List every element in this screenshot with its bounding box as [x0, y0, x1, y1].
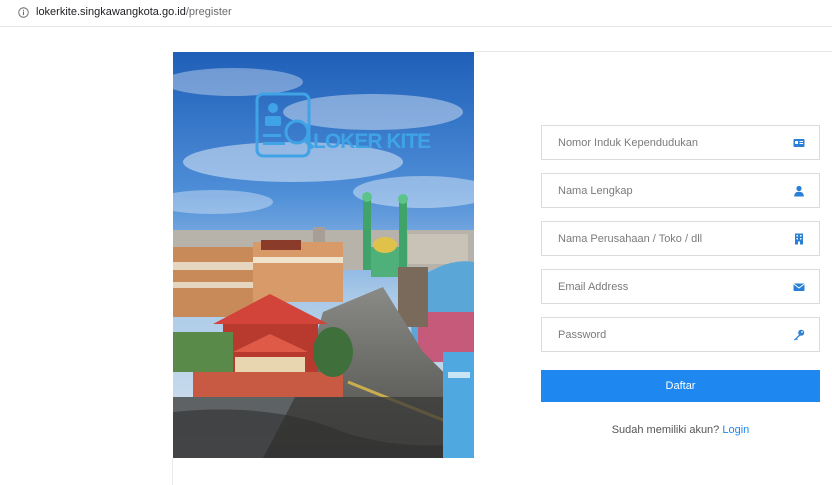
login-prompt-text: Sudah memiliki akun?: [611, 424, 720, 436]
email-input[interactable]: [542, 270, 782, 303]
envelope-icon: [793, 283, 805, 291]
daftar-button[interactable]: Daftar: [541, 370, 820, 402]
nik-field[interactable]: [541, 125, 820, 160]
password-field[interactable]: [541, 317, 820, 352]
url-text[interactable]: lokerkite.singkawangkota.go.id/pregister: [36, 6, 232, 18]
key-icon: [794, 329, 805, 341]
user-icon: [794, 185, 804, 197]
company-input[interactable]: [542, 222, 782, 255]
info-icon[interactable]: [18, 7, 29, 18]
logo-text: LOKER KITE: [313, 130, 431, 153]
divider-left: [172, 458, 173, 485]
divider-top: [475, 51, 832, 52]
browser-address-bar[interactable]: lokerkite.singkawangkota.go.id/pregister: [0, 0, 832, 27]
url-host: lokerkite.singkawangkota.go.id: [36, 6, 186, 18]
email-field[interactable]: [541, 269, 820, 304]
full-name-field[interactable]: [541, 173, 820, 208]
building-icon: [795, 233, 803, 245]
password-input[interactable]: [542, 318, 782, 351]
id-card-icon: [793, 139, 805, 147]
nik-input[interactable]: [542, 126, 782, 159]
login-prompt: Sudah memiliki akun? Login: [541, 424, 820, 436]
url-path: /pregister: [185, 6, 232, 18]
company-field[interactable]: [541, 221, 820, 256]
full-name-input[interactable]: [542, 174, 782, 207]
login-link[interactable]: Login: [722, 424, 749, 436]
hero-image: LOKER KITE: [173, 52, 474, 458]
